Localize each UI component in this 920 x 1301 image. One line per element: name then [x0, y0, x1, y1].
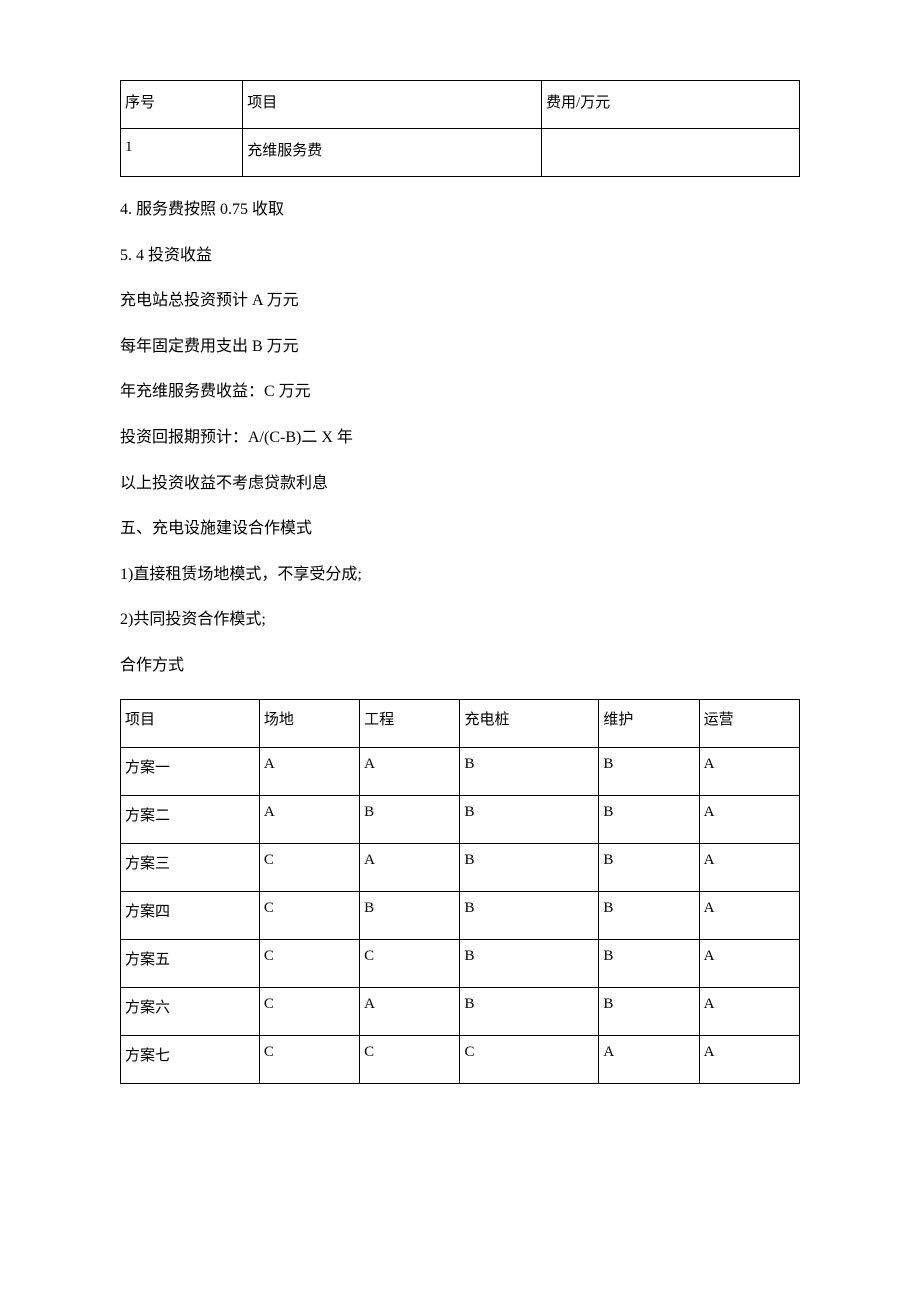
cell-maintenance: B: [599, 891, 699, 939]
table-row: 方案一 A A B B A: [121, 747, 800, 795]
cell-engineering: A: [360, 747, 460, 795]
cell-plan: 方案六: [121, 987, 260, 1035]
col-header-site: 场地: [259, 699, 359, 747]
col-header-project: 项目: [243, 81, 542, 129]
cell-engineering: B: [360, 891, 460, 939]
cell-charger: B: [460, 747, 599, 795]
cell-maintenance: B: [599, 795, 699, 843]
cell-plan: 方案一: [121, 747, 260, 795]
cell-site: C: [259, 891, 359, 939]
document-page: 序号 项目 费用/万元 1 充维服务费 4. 服务费按照 0.75 收取 5. …: [0, 0, 920, 1192]
cell-operation: A: [699, 891, 799, 939]
col-header-maintenance: 维护: [599, 699, 699, 747]
cell-maintenance: B: [599, 747, 699, 795]
cell-charger: B: [460, 939, 599, 987]
cell-plan: 方案三: [121, 843, 260, 891]
col-header-fee: 费用/万元: [541, 81, 799, 129]
cell-operation: A: [699, 843, 799, 891]
paragraph-annual-service-revenue: 年充维服务费收益：C 万元: [120, 379, 800, 405]
paragraph-service-fee-rate: 4. 服务费按照 0.75 收取: [120, 197, 800, 223]
paragraph-investment-note: 以上投资收益不考虑贷款利息: [120, 471, 800, 497]
table-row: 方案二 A B B B A: [121, 795, 800, 843]
cell-site: A: [259, 795, 359, 843]
paragraph-mode-1: 1)直接租赁场地模式，不享受分成;: [120, 562, 800, 588]
table-row: 方案七 C C C A A: [121, 1035, 800, 1083]
paragraph-section-five-heading: 五、充电设施建设合作模式: [120, 516, 800, 542]
cell-site: C: [259, 939, 359, 987]
paragraph-payback-period: 投资回报期预计：A/(C-B)二 X 年: [120, 425, 800, 451]
cell-plan: 方案五: [121, 939, 260, 987]
cell-engineering: B: [360, 795, 460, 843]
cell-engineering: C: [360, 1035, 460, 1083]
col-header-project: 项目: [121, 699, 260, 747]
table-row: 1 充维服务费: [121, 129, 800, 177]
col-header-seq: 序号: [121, 81, 243, 129]
cell-operation: A: [699, 987, 799, 1035]
table-row: 方案四 C B B B A: [121, 891, 800, 939]
cell-charger: B: [460, 891, 599, 939]
cell-site: C: [259, 987, 359, 1035]
table-row: 方案五 C C B B A: [121, 939, 800, 987]
cell-plan: 方案四: [121, 891, 260, 939]
cell-maintenance: A: [599, 1035, 699, 1083]
paragraph-annual-fixed-cost: 每年固定费用支出 B 万元: [120, 334, 800, 360]
cell-plan: 方案七: [121, 1035, 260, 1083]
paragraph-investment-return-heading: 5. 4 投资收益: [120, 243, 800, 269]
cell-operation: A: [699, 1035, 799, 1083]
cell-charger: B: [460, 795, 599, 843]
cell-project: 充维服务费: [243, 129, 542, 177]
cell-operation: A: [699, 939, 799, 987]
paragraph-mode-2: 2)共同投资合作模式;: [120, 607, 800, 633]
table-header-row: 项目 场地 工程 充电桩 维护 运营: [121, 699, 800, 747]
table-header-row: 序号 项目 费用/万元: [121, 81, 800, 129]
cell-site: C: [259, 1035, 359, 1083]
col-header-operation: 运营: [699, 699, 799, 747]
cell-site: A: [259, 747, 359, 795]
table-row: 方案三 C A B B A: [121, 843, 800, 891]
cell-engineering: A: [360, 987, 460, 1035]
paragraph-cooperation-method: 合作方式: [120, 653, 800, 679]
cell-maintenance: B: [599, 843, 699, 891]
cell-operation: A: [699, 795, 799, 843]
cell-engineering: A: [360, 843, 460, 891]
cell-operation: A: [699, 747, 799, 795]
col-header-charger: 充电桩: [460, 699, 599, 747]
fee-table: 序号 项目 费用/万元 1 充维服务费: [120, 80, 800, 177]
cell-maintenance: B: [599, 987, 699, 1035]
cell-plan: 方案二: [121, 795, 260, 843]
cell-maintenance: B: [599, 939, 699, 987]
cell-fee: [541, 129, 799, 177]
cooperation-table: 项目 场地 工程 充电桩 维护 运营 方案一 A A B B A 方案二 A B…: [120, 699, 800, 1084]
paragraph-total-investment: 充电站总投资预计 A 万元: [120, 288, 800, 314]
cell-charger: C: [460, 1035, 599, 1083]
col-header-engineering: 工程: [360, 699, 460, 747]
cell-charger: B: [460, 987, 599, 1035]
table-row: 方案六 C A B B A: [121, 987, 800, 1035]
cell-seq: 1: [121, 129, 243, 177]
cell-charger: B: [460, 843, 599, 891]
cell-engineering: C: [360, 939, 460, 987]
cell-site: C: [259, 843, 359, 891]
